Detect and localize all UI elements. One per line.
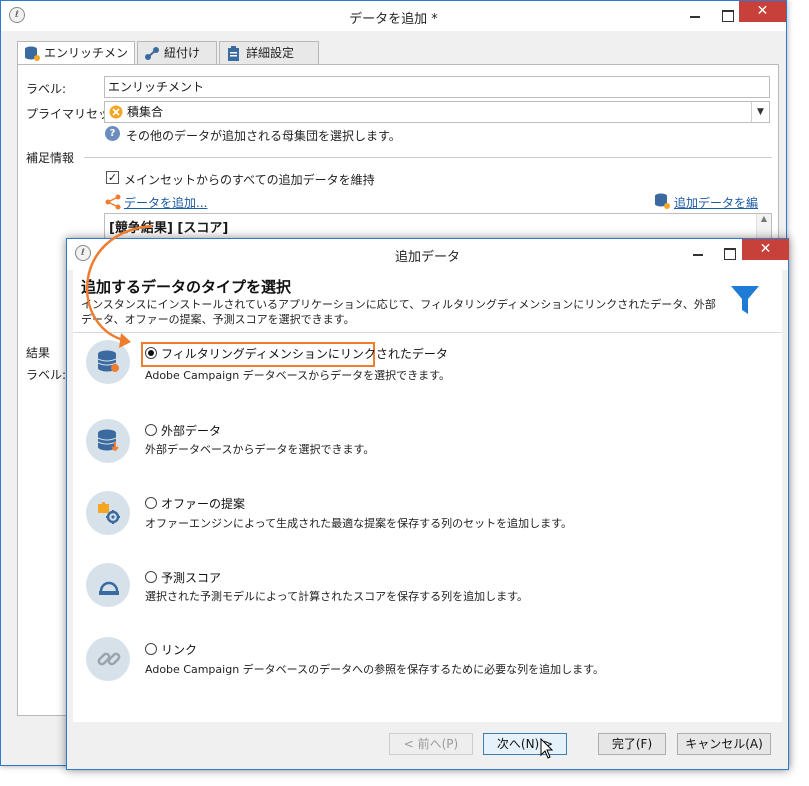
tab-link-label: 紐付け (164, 46, 201, 60)
radio-offer-proposition[interactable] (145, 497, 157, 509)
dialog-heading: 追加するデータのタイプを選択 (81, 278, 292, 296)
tab-link[interactable]: 紐付け (137, 41, 217, 65)
keep-data-label: メインセットからのすべての追加データを維持 (124, 173, 375, 187)
option-list: フィルタリングディメンションにリンクされたデータ Adobe Campaign … (73, 332, 782, 722)
funnel-icon (731, 286, 759, 314)
option-offer-desc: オファーエンジンによって生成された最適な提案を保存する列のセットを追加します。 (145, 517, 573, 530)
dialog-close-button[interactable]: ✕ (742, 239, 789, 260)
add-data-icon (105, 194, 121, 210)
help-text: その他のデータが追加される母集団を選択します。 (126, 129, 401, 143)
offer-gear-icon (86, 491, 130, 535)
prev-button[interactable]: < 前へ(P) (389, 733, 473, 755)
radio-linked-data[interactable] (145, 347, 157, 359)
result-header: 結果 (26, 346, 51, 360)
dialog-minimize-button[interactable] (684, 242, 712, 264)
option-link-label[interactable]: リンク (161, 641, 197, 658)
additional-data-dialog: ℓ 追加データ ✕ 追加するデータのタイプを選択 インスタンスにインストールされ… (66, 238, 789, 770)
option-linked-data-desc: Adobe Campaign データベースからデータを選択できます。 (145, 369, 451, 382)
result-label-caption: ラベル: (26, 368, 67, 382)
expression-text: [競争結果] [スコア] (109, 221, 229, 236)
option-linked-data-label[interactable]: フィルタリングディメンションにリンクされたデータ (161, 345, 448, 362)
option-link-desc: Adobe Campaign データベースのデータへの参照を保存するために必要な… (145, 663, 605, 676)
supplement-header: 補足情報 (26, 151, 75, 165)
add-data-link[interactable]: データを追加... (124, 194, 207, 211)
option-external-data-label[interactable]: 外部データ (161, 422, 221, 439)
radio-predictive-score[interactable] (145, 571, 157, 583)
maximize-button[interactable] (713, 4, 741, 26)
help-icon: ? (105, 126, 120, 141)
dialog-description: インスタンスにインストールされているアプリケーションに応じて、フィルタリングディ… (81, 298, 716, 326)
radio-external-data[interactable] (145, 424, 157, 436)
chevron-down-icon[interactable]: ▼ (751, 102, 769, 122)
back-window-title: データを追加 * (349, 12, 438, 27)
intersection-icon (109, 105, 123, 119)
mouse-cursor-icon (540, 738, 554, 759)
predictive-score-icon (86, 563, 130, 607)
option-predictive-label[interactable]: 予測スコア (161, 569, 221, 586)
expression-scrollbar[interactable]: ▲ (756, 214, 771, 240)
link-icon (145, 47, 159, 60)
tab-advanced[interactable]: 詳細設定 (219, 41, 319, 65)
option-offer-label[interactable]: オファーの提案 (161, 495, 245, 512)
cancel-button[interactable]: キャンセル(A) (677, 733, 771, 755)
dialog-maximize-button[interactable] (715, 242, 743, 264)
tab-advanced-label: 詳細設定 (246, 46, 295, 60)
database-linked-icon (86, 340, 130, 384)
label-caption: ラベル: (26, 82, 67, 96)
dialog-header: 追加するデータのタイプを選択 インスタンスにインストールされているアプリケーショ… (73, 270, 782, 332)
clipboard-icon (228, 46, 239, 61)
option-external-data-desc: 外部データベースからデータを選択できます。 (145, 443, 375, 456)
primary-set-value: 積集合 (127, 105, 164, 119)
label-input[interactable]: エンリッチメント (104, 76, 770, 98)
primary-set-dropdown[interactable]: 積集合 ▼ (104, 101, 770, 123)
edit-data-icon (655, 193, 670, 209)
database-star-icon (25, 46, 40, 61)
finish-button[interactable]: 完了(F) (598, 733, 666, 755)
next-button[interactable]: 次へ(N) > (483, 733, 567, 755)
tab-enrichment[interactable]: エンリッチメント (17, 41, 135, 82)
option-predictive-desc: 選択された予測モデルによって計算されたスコアを保存する列を追加します。 (145, 590, 529, 603)
supplement-divider (84, 157, 772, 158)
dialog-title: 追加データ (394, 250, 460, 265)
minimize-button[interactable] (681, 4, 709, 26)
back-titlebar: ℓ データを追加 * ✕ (1, 1, 786, 31)
close-button[interactable]: ✕ (739, 1, 786, 22)
dialog-titlebar: ℓ 追加データ ✕ (67, 239, 789, 270)
link-chain-icon (86, 637, 130, 681)
radio-link[interactable] (145, 643, 157, 655)
keep-data-checkbox[interactable]: ✓ (106, 171, 119, 184)
expression-box[interactable]: [競争結果] [スコア] ▲ (104, 213, 772, 241)
external-database-icon (86, 419, 130, 463)
